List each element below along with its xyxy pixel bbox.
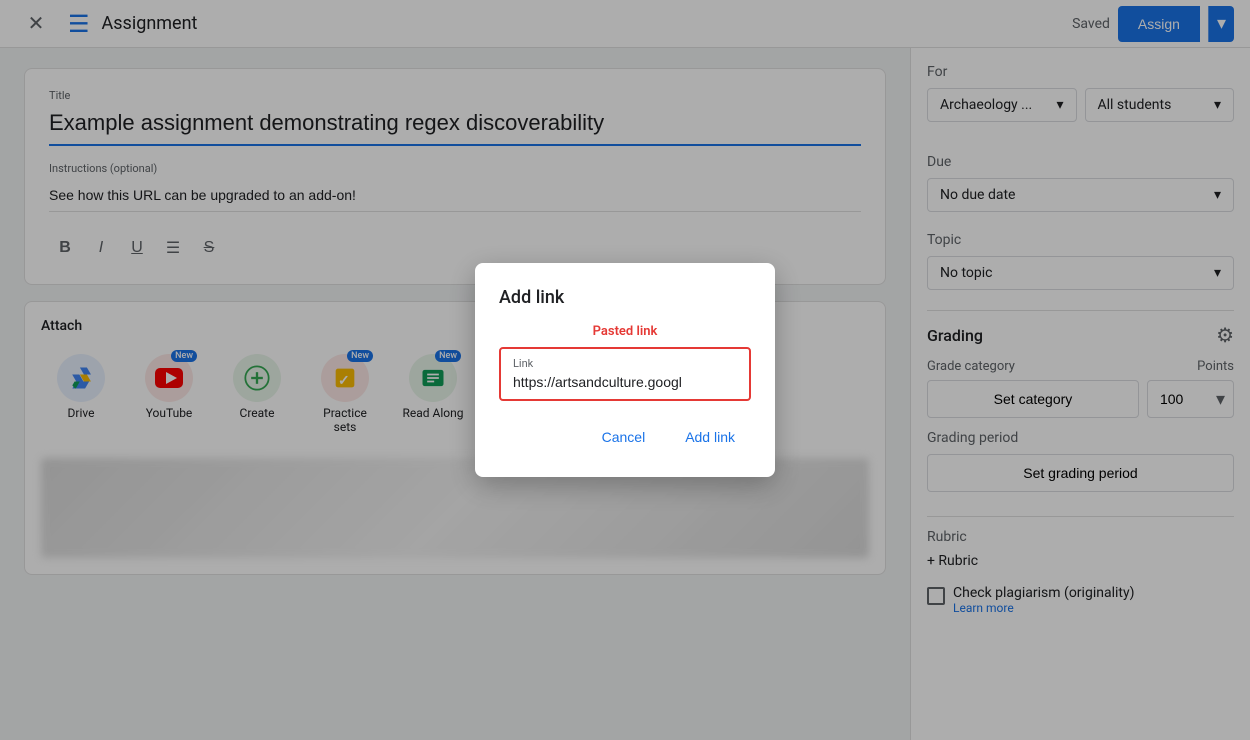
modal-title: Add link [499,287,751,308]
add-link-button[interactable]: Add link [669,421,751,453]
pasted-link-label: Pasted link [499,324,751,339]
add-link-modal: Add link Pasted link Link Cancel Add lin… [475,263,775,477]
link-field-label: Link [513,357,737,370]
modal-overlay: Add link Pasted link Link Cancel Add lin… [0,0,1250,740]
link-input-container: Link [499,347,751,401]
link-field-input[interactable] [513,374,737,390]
cancel-button[interactable]: Cancel [586,421,662,453]
modal-actions: Cancel Add link [499,421,751,453]
